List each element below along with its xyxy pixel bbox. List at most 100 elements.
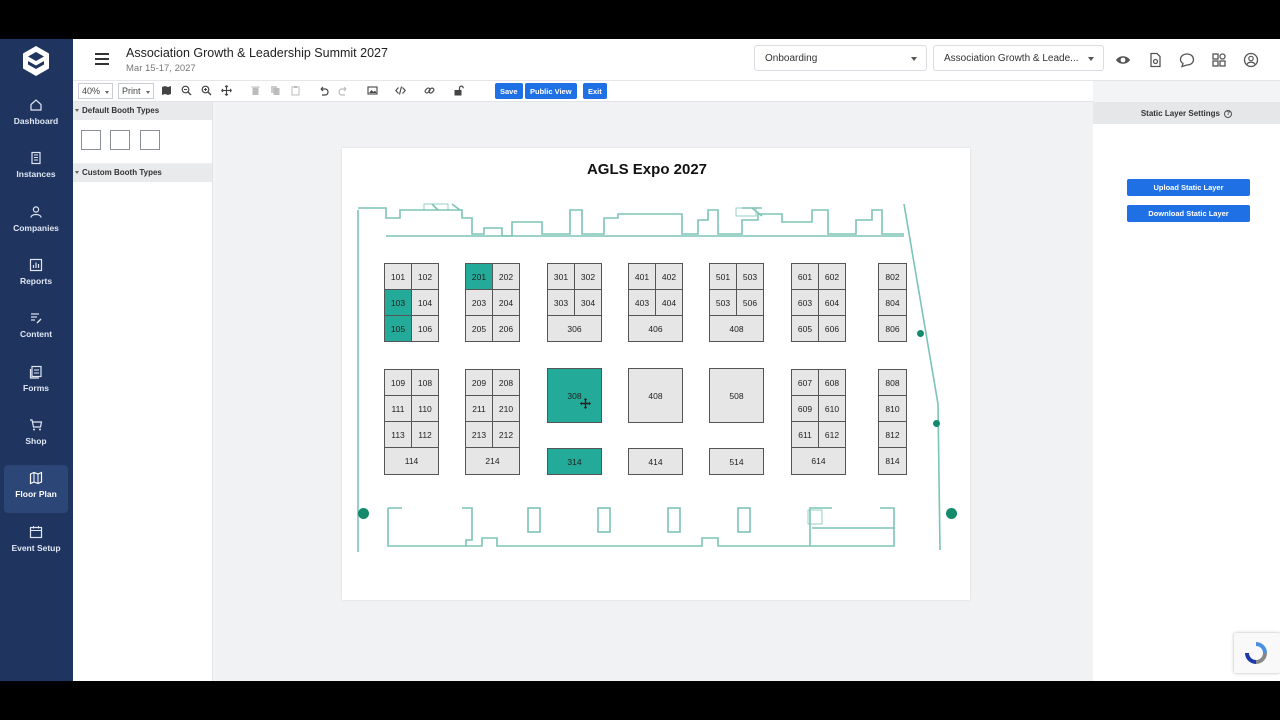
booth-802[interactable]: 802 [878,263,907,290]
booth-314[interactable]: 314 [547,448,602,475]
paste-icon[interactable] [290,85,301,96]
sidebar-item-reports[interactable]: Reports [4,252,68,300]
booth-type-medium[interactable] [110,130,130,150]
public-view-button[interactable]: Public View [525,83,577,99]
booth-306[interactable]: 306 [547,315,602,342]
document-icon[interactable] [1147,52,1163,68]
event-select[interactable]: Association Growth & Leade... [933,45,1104,71]
booth-206[interactable]: 206 [492,315,520,342]
booth-414[interactable]: 414 [628,448,683,475]
sidebar-item-event-setup[interactable]: Event Setup [4,519,68,567]
booth-605[interactable]: 605 [791,315,819,342]
delete-icon[interactable] [250,85,261,96]
booth-508[interactable]: 508 [709,368,764,423]
default-booth-types-header[interactable]: Default Booth Types [73,102,212,120]
booth-810[interactable]: 810 [878,395,907,422]
logo-icon[interactable] [22,45,50,77]
booth-type-large[interactable] [140,130,160,150]
print-select[interactable]: Print [118,83,154,99]
sidebar-item-companies[interactable]: Companies [4,199,68,247]
redo-icon[interactable] [338,85,349,96]
booth-104[interactable]: 104 [411,289,439,316]
booth-205[interactable]: 205 [465,315,493,342]
stage-select[interactable]: Onboarding [754,45,927,71]
booth-806[interactable]: 806 [878,315,907,342]
booth-209[interactable]: 209 [465,369,493,396]
custom-booth-types-header[interactable]: Custom Booth Types [73,164,212,182]
booth-304[interactable]: 304 [574,289,602,316]
sidebar-item-forms[interactable]: Forms [4,359,68,407]
booth-213[interactable]: 213 [465,421,493,448]
move-icon[interactable] [221,85,232,96]
undo-icon[interactable] [318,85,329,96]
booth-type-small[interactable] [81,130,101,150]
map-view-icon[interactable] [161,85,172,96]
booth-612[interactable]: 612 [818,421,846,448]
floor-plan-canvas[interactable]: AGLS Expo 2027 101 102 103 104 105 106 2… [216,102,1093,681]
booth-610[interactable]: 610 [818,395,846,422]
booth-208[interactable]: 208 [492,369,520,396]
booth-204[interactable]: 204 [492,289,520,316]
booth-606[interactable]: 606 [818,315,846,342]
booth-303[interactable]: 303 [547,289,575,316]
booth-804[interactable]: 804 [878,289,907,316]
link-icon[interactable] [424,85,435,96]
booth-105[interactable]: 105 [384,315,412,342]
zoom-out-icon[interactable] [181,85,192,96]
sidebar-item-floor-plan[interactable]: Floor Plan [4,465,68,513]
copy-icon[interactable] [270,85,281,96]
booth-609[interactable]: 609 [791,395,819,422]
booth-212[interactable]: 212 [492,421,520,448]
booth-601[interactable]: 601 [791,263,819,290]
booth-501[interactable]: 501 [709,263,737,290]
hamburger-menu-icon[interactable] [95,53,109,65]
user-account-icon[interactable] [1243,52,1259,68]
booth-211[interactable]: 211 [465,395,493,422]
booth-202[interactable]: 202 [492,263,520,290]
sidebar-item-instances[interactable]: Instances [4,145,68,193]
booth-614[interactable]: 614 [791,447,846,475]
booth-503[interactable]: 503 [736,263,764,290]
save-button[interactable]: Save [495,83,523,99]
exit-button[interactable]: Exit [583,83,607,99]
booth-108[interactable]: 108 [411,369,439,396]
booth-602[interactable]: 602 [818,263,846,290]
code-icon[interactable] [395,85,406,96]
booth-201[interactable]: 201 [465,263,493,290]
booth-514[interactable]: 514 [709,448,764,475]
booth-111[interactable]: 111 [384,395,412,422]
zoom-in-icon[interactable] [201,85,212,96]
eye-icon[interactable] [1115,52,1131,68]
booth-214[interactable]: 214 [465,447,520,475]
zoom-select[interactable]: 40% [78,83,113,99]
sidebar-item-dashboard[interactable]: Dashboard [4,92,68,140]
booth-103[interactable]: 103 [384,289,412,316]
booth-112[interactable]: 112 [411,421,439,448]
help-icon[interactable]: ? [1224,109,1233,118]
image-icon[interactable] [367,85,378,96]
recaptcha-badge[interactable] [1234,633,1280,673]
booth-403[interactable]: 403 [628,289,656,316]
booth-604[interactable]: 604 [818,289,846,316]
booth-401[interactable]: 401 [628,263,656,290]
booth-106[interactable]: 106 [411,315,439,342]
booth-203[interactable]: 203 [465,289,493,316]
booth-603[interactable]: 603 [791,289,819,316]
booth-408[interactable]: 408 [628,368,683,423]
booth-302[interactable]: 302 [574,263,602,290]
booth-308[interactable]: 308 [547,368,602,423]
booth-608[interactable]: 608 [818,369,846,396]
booth-402[interactable]: 402 [655,263,683,290]
booth-102[interactable]: 102 [411,263,439,290]
unlock-icon[interactable] [453,85,464,96]
booth-101[interactable]: 101 [384,263,412,290]
sidebar-item-content[interactable]: Content [4,305,68,353]
booth-607[interactable]: 607 [791,369,819,396]
booth-406[interactable]: 406 [628,315,683,342]
sidebar-item-shop[interactable]: Shop [4,412,68,460]
apps-icon[interactable] [1211,52,1227,68]
booth-408-top[interactable]: 408 [709,315,764,342]
booth-503b[interactable]: 503 [709,289,737,316]
booth-110[interactable]: 110 [411,395,439,422]
booth-814[interactable]: 814 [878,447,907,475]
